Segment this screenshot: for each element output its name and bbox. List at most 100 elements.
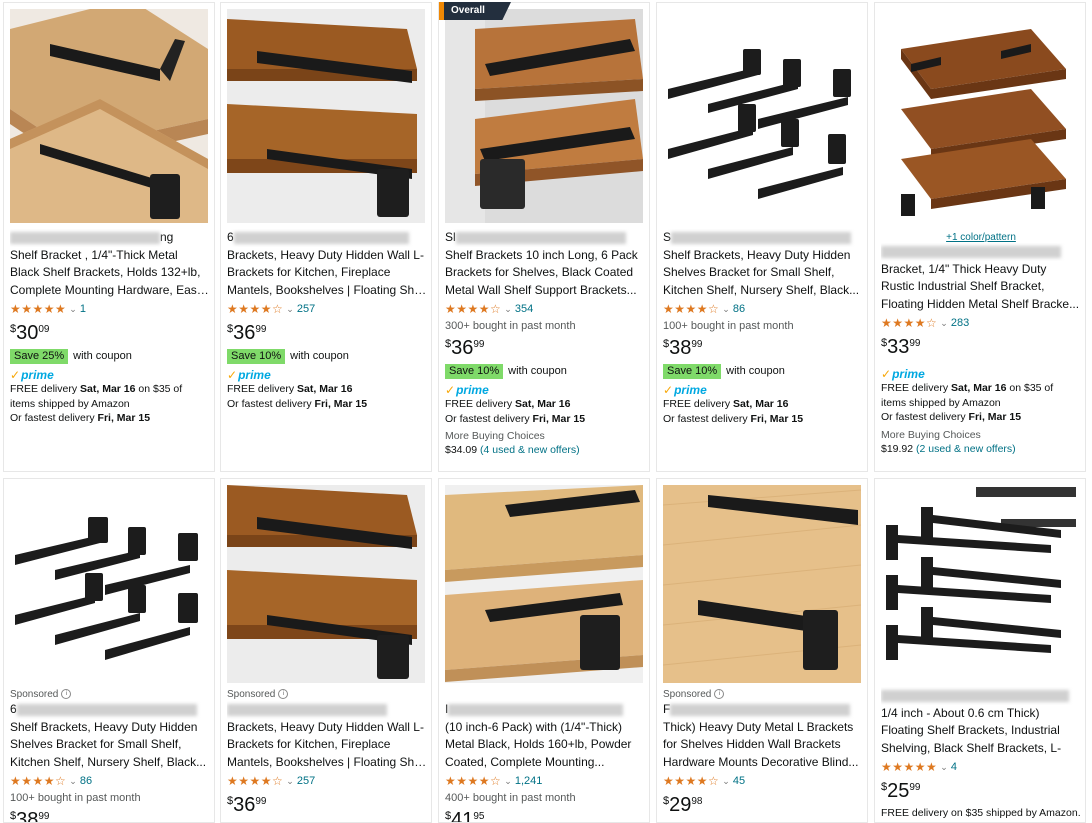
chevron-down-icon[interactable]: ⌄ <box>940 759 948 776</box>
price[interactable]: $36 99 <box>227 794 427 816</box>
prime-check-icon: ✓ <box>10 368 21 382</box>
product-image[interactable] <box>10 9 208 223</box>
coupon[interactable]: Save 10% with coupon <box>227 348 427 364</box>
rating-count[interactable]: 1,241 <box>515 773 543 790</box>
product-title[interactable]: Sl Shelf Brackets 10 inch Long, 6 Pack B… <box>445 229 645 299</box>
sponsored-label[interactable]: Sponsored i <box>227 687 427 701</box>
coupon-badge[interactable]: Save 10% <box>445 363 504 379</box>
chevron-down-icon[interactable]: ⌄ <box>286 301 294 318</box>
product-card[interactable]: I (10 inch-6 Pack) with (1/4"-Thick) Met… <box>438 478 650 823</box>
prime-badge: ✓prime <box>663 383 707 397</box>
rating-count[interactable]: 86 <box>733 301 745 318</box>
product-card[interactable]: 6 Brackets, Heavy Duty Hidden Wall L- Br… <box>220 2 432 472</box>
prime-check-icon: ✓ <box>663 383 674 397</box>
rating[interactable]: ★★★★☆ ⌄ 283 <box>881 315 1081 332</box>
rating-count[interactable]: 283 <box>951 315 969 332</box>
rating[interactable]: ★★★★★ ⌄ 1 <box>10 301 210 318</box>
rating[interactable]: ★★★★☆ ⌄ 1,241 <box>445 773 645 790</box>
rating[interactable]: ★★★★☆ ⌄ 354 <box>445 301 645 318</box>
prime-check-icon: ✓ <box>881 367 892 381</box>
rating-count[interactable]: 257 <box>297 773 315 790</box>
product-card[interactable]: Sponsored i F Thick) Heavy Duty Metal L B… <box>656 478 868 823</box>
product-card[interactable]: +1 color/pattern Bracket, 1/4" Thick Hea… <box>874 2 1086 472</box>
product-title[interactable]: I (10 inch-6 Pack) with (1/4"-Thick) Met… <box>445 701 645 771</box>
rating-count[interactable]: 1 <box>80 301 86 318</box>
price[interactable]: $38 99 <box>10 809 210 822</box>
product-card[interactable]: S Shelf Brackets, Heavy Duty Hidden Shel… <box>656 2 868 472</box>
price[interactable]: $33 99 <box>881 336 1081 358</box>
coupon-badge[interactable]: Save 25% <box>10 348 69 364</box>
star-rating-icon: ★★★★☆ <box>663 302 720 316</box>
coupon[interactable]: Save 10% with coupon <box>663 363 863 379</box>
rating[interactable]: ★★★★☆ ⌄ 257 <box>227 301 427 318</box>
coupon[interactable]: Save 10% with coupon <box>445 363 645 379</box>
product-image[interactable] <box>445 485 643 683</box>
fastest-delivery: Or fastest delivery Fri, Mar 15 <box>10 412 151 424</box>
product-title[interactable]: Bracket, 1/4" Thick Heavy Duty Rustic In… <box>881 243 1081 313</box>
product-title[interactable]: S Shelf Brackets, Heavy Duty Hidden Shel… <box>663 229 863 299</box>
price[interactable]: $25 99 <box>881 780 1081 802</box>
rating-count[interactable]: 354 <box>515 301 533 318</box>
prime-badge: ✓prime <box>227 368 271 382</box>
sponsored-label[interactable]: Sponsored i <box>10 687 210 701</box>
info-icon: i <box>61 689 72 699</box>
price[interactable]: $29 98 <box>663 794 863 816</box>
product-image[interactable] <box>227 9 425 223</box>
rating-count[interactable]: 45 <box>733 773 745 790</box>
product-card[interactable]: ng Shelf Bracket , 1/4"-Thick Metal Blac… <box>3 2 215 472</box>
chevron-down-icon[interactable]: ⌄ <box>504 773 512 790</box>
rating[interactable]: ★★★★★ ⌄ 4 <box>881 759 1081 776</box>
product-image[interactable] <box>663 485 861 683</box>
chevron-down-icon[interactable]: ⌄ <box>69 301 77 318</box>
product-card[interactable]: Sponsored i 6 Shelf Brackets, Heavy Duty … <box>3 478 215 823</box>
sponsored-label[interactable]: Sponsored i <box>663 687 863 701</box>
product-image[interactable] <box>10 485 208 683</box>
chevron-down-icon[interactable]: ⌄ <box>286 773 294 790</box>
product-card[interactable]: 1/4 inch - About 0.6 cm Thick) Floating … <box>874 478 1086 823</box>
chevron-down-icon[interactable]: ⌄ <box>722 773 730 790</box>
product-title[interactable]: ng Shelf Bracket , 1/4"-Thick Metal Blac… <box>10 229 210 299</box>
price[interactable]: $36 99 <box>227 322 427 344</box>
product-image[interactable] <box>881 485 1079 683</box>
product-image[interactable] <box>227 485 425 683</box>
price[interactable]: $30 09 <box>10 322 210 344</box>
more-buying-choices[interactable]: More Buying Choices $19.92 (2 used & new… <box>881 428 1081 456</box>
price[interactable]: $38 99 <box>663 337 863 359</box>
coupon[interactable]: Save 25% with coupon <box>10 348 210 364</box>
star-rating-icon: ★★★★☆ <box>445 774 502 788</box>
product-card[interactable]: Sl Shelf Brackets 10 inch Long, 6 Pack B… <box>438 2 650 472</box>
chevron-down-icon[interactable]: ⌄ <box>722 301 730 318</box>
product-image[interactable] <box>445 9 643 223</box>
overall-pick-badge: Overall Picki <box>439 2 511 20</box>
chevron-down-icon[interactable]: ⌄ <box>504 301 512 318</box>
product-title[interactable]: F Thick) Heavy Duty Metal L Brackets for… <box>663 701 863 771</box>
chevron-down-icon[interactable]: ⌄ <box>940 315 948 332</box>
prime-check-icon: ✓ <box>227 368 238 382</box>
offers-link[interactable]: (4 used & new offers) <box>480 444 580 456</box>
fastest-delivery: Or fastest delivery Fri, Mar 15 <box>227 397 368 410</box>
rating[interactable]: ★★★★☆ ⌄ 257 <box>227 773 427 790</box>
product-title[interactable]: 6 Brackets, Heavy Duty Hidden Wall L- Br… <box>227 229 427 299</box>
color-pattern-link[interactable]: +1 color/pattern <box>881 229 1081 243</box>
rating-count[interactable]: 86 <box>80 773 92 790</box>
product-image[interactable] <box>881 9 1079 223</box>
rating[interactable]: ★★★★☆ ⌄ 86 <box>10 773 210 790</box>
rating-count[interactable]: 4 <box>951 759 957 776</box>
delivery-info: FREE delivery Sat, Mar 16 <box>663 398 789 410</box>
price[interactable]: $41 95 <box>445 809 645 822</box>
coupon-badge[interactable]: Save 10% <box>663 363 722 379</box>
chevron-down-icon[interactable]: ⌄ <box>69 773 77 790</box>
product-title[interactable]: 6 Shelf Brackets, Heavy Duty Hidden Shel… <box>10 701 210 771</box>
product-card[interactable]: Sponsored i Brackets, Heavy Duty Hidden W… <box>220 478 432 823</box>
offers-link[interactable]: (2 used & new offers) <box>916 443 1016 455</box>
rating[interactable]: ★★★★☆ ⌄ 45 <box>663 773 863 790</box>
product-title[interactable]: 1/4 inch - About 0.6 cm Thick) Floating … <box>881 687 1081 757</box>
product-image[interactable] <box>663 9 861 223</box>
fastest-delivery: Or fastest delivery Fri, Mar 15 <box>881 411 1022 423</box>
price[interactable]: $36 99 <box>445 337 645 359</box>
coupon-badge[interactable]: Save 10% <box>227 348 286 364</box>
rating[interactable]: ★★★★☆ ⌄ 86 <box>663 301 863 318</box>
product-title[interactable]: Brackets, Heavy Duty Hidden Wall L- Brac… <box>227 701 427 771</box>
rating-count[interactable]: 257 <box>297 301 315 318</box>
more-buying-choices[interactable]: More Buying Choices $34.09 (4 used & new… <box>445 429 645 457</box>
